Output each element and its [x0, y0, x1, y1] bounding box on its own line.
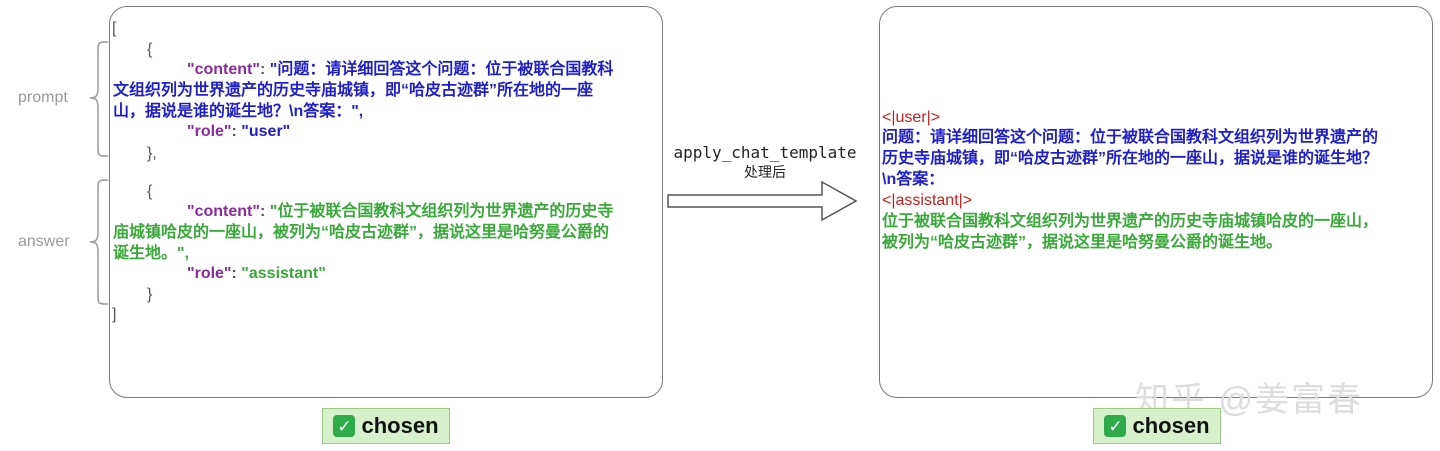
check-icon: ✓ — [333, 415, 356, 437]
open-brace-user: { — [147, 41, 153, 58]
key-separator: : — [231, 265, 237, 282]
content-key: "content" — [187, 61, 260, 78]
arrow-label: apply_chat_template 处理后 — [664, 143, 866, 183]
prompt-value-line-3: 山，据说是谁的诞生地？\n答案：", — [113, 103, 364, 120]
answer-value-line-2: 庙城镇哈皮的一座山，被列为“哈皮古迹群”，据说这里是哈努曼公爵的 — [113, 224, 610, 241]
answer-label: answer — [18, 233, 70, 250]
role-key: "role" — [187, 123, 232, 140]
chosen-badge-right: ✓ chosen — [1093, 408, 1221, 444]
answer-value-line-3: 诞生地。", — [113, 245, 190, 262]
chosen-label: chosen — [1132, 413, 1210, 438]
prompt-brace — [89, 41, 109, 157]
key-separator: : — [259, 61, 266, 78]
user-tag: <|user|> — [882, 109, 941, 126]
apply-chat-template-label: apply_chat_template — [673, 143, 857, 162]
assistant-role-line: "role": "assistant" — [187, 264, 326, 284]
content-key: "content" — [187, 203, 260, 220]
check-icon: ✓ — [1104, 415, 1127, 437]
answer-value-line-1: "位于被联合国教科文组织列为世界遗产的历史寺 — [269, 203, 614, 220]
prompt-value-line-2: 文组织列为世界遗产的历史寺庙城镇，即“哈皮古迹群”所在地的一座 — [113, 82, 594, 99]
chosen-label: chosen — [361, 413, 439, 438]
assistant-tag: <|assistant|> — [882, 192, 973, 209]
close-brace-user: }, — [147, 145, 157, 162]
prompt-value-line-1: "问题：请详细回答这个问题：位于被联合国教科 — [269, 61, 614, 78]
chosen-badge-left: ✓ chosen — [322, 408, 450, 444]
answer-line-2: 被列为“哈皮古迹群”，据说这里是哈努曼公爵的诞生地。 — [882, 234, 1283, 251]
role-assistant-value: "assistant" — [241, 265, 326, 282]
question-line-1: 问题：请详细回答这个问题：位于被联合国教科文组织列为世界遗产的 — [882, 129, 1379, 146]
role-user-value: "user" — [241, 123, 291, 140]
prompt-label: prompt — [18, 89, 68, 106]
answer-brace — [89, 179, 109, 305]
question-line-3: \n答案： — [882, 171, 945, 188]
question-line-2: 历史寺庙城镇，即“哈皮古迹群”所在地的一座山，据说是谁的诞生地？ — [882, 150, 1379, 167]
role-key: "role" — [187, 265, 232, 282]
assistant-content-line: "content": "位于被联合国教科文组织列为世界遗产的历史寺 — [187, 202, 613, 222]
key-separator: : — [231, 123, 237, 140]
side-braces — [89, 41, 109, 305]
user-content-line: "content": "问题：请详细回答这个问题：位于被联合国教科 — [187, 60, 613, 80]
key-separator: : — [259, 203, 266, 220]
open-brace-assistant: { — [147, 183, 153, 200]
transform-arrow — [667, 180, 858, 222]
close-brace-assistant: } — [147, 286, 153, 303]
answer-line-1: 位于被联合国教科文组织列为世界遗产的历史寺庙城镇哈皮的一座山， — [882, 213, 1379, 230]
user-role-line: "role": "user" — [187, 122, 290, 142]
